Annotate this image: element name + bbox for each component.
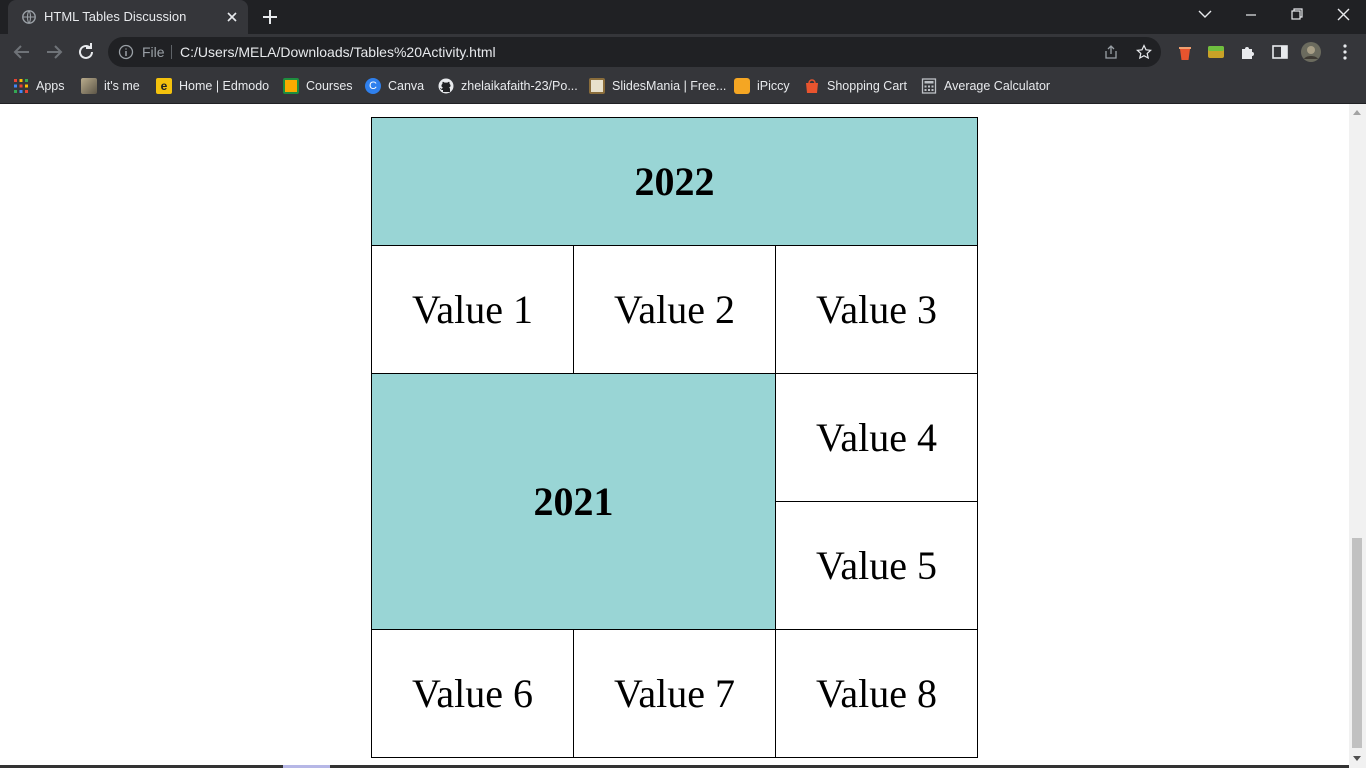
apps-grid-icon bbox=[14, 79, 28, 93]
share-icon[interactable] bbox=[1103, 44, 1119, 60]
back-arrow-icon[interactable] bbox=[10, 40, 34, 64]
browser-tab[interactable]: HTML Tables Discussion bbox=[8, 0, 248, 34]
bookmark-label: zhelaikafaith-23/Po... bbox=[461, 79, 578, 93]
table-cell-value-6: Value 6 bbox=[371, 629, 574, 758]
scroll-down-arrow-icon[interactable] bbox=[1353, 756, 1361, 761]
bookmark-ipiccy[interactable]: iPiccy bbox=[734, 76, 790, 96]
bookmark-edmodo[interactable]: e Home | Edmodo bbox=[156, 76, 269, 96]
restore-icon[interactable] bbox=[1274, 0, 1320, 30]
bookmark-label: Apps bbox=[36, 79, 65, 93]
bookmark-label: iPiccy bbox=[757, 79, 790, 93]
address-divider bbox=[171, 45, 172, 59]
bookmark-its-me[interactable]: it's me bbox=[81, 76, 140, 96]
bookmark-label: Shopping Cart bbox=[827, 79, 907, 93]
bookmarks-bar: Apps it's me e Home | Edmodo Courses C C… bbox=[0, 70, 1366, 104]
classroom-icon bbox=[283, 78, 299, 94]
globe-icon bbox=[22, 10, 36, 24]
table-cell-value-2: Value 2 bbox=[573, 245, 776, 374]
bookmark-label: Courses bbox=[306, 79, 353, 93]
github-icon bbox=[438, 78, 454, 94]
calculator-icon bbox=[921, 78, 937, 94]
shopping-bag-icon bbox=[806, 79, 818, 93]
info-icon[interactable] bbox=[118, 44, 134, 60]
reload-icon[interactable] bbox=[74, 40, 98, 64]
table-cell-value-7: Value 7 bbox=[573, 629, 776, 758]
years-table: 2022 Value 1 Value 2 Value 3 2021 Value … bbox=[371, 117, 978, 758]
tab-strip: HTML Tables Discussion bbox=[0, 0, 1366, 34]
bookmark-slidesmania[interactable]: SlidesMania | Free... bbox=[589, 76, 726, 96]
forward-arrow-icon[interactable] bbox=[42, 40, 66, 64]
vertical-scrollbar[interactable] bbox=[1349, 104, 1366, 768]
bookmark-github[interactable]: zhelaikafaith-23/Po... bbox=[438, 76, 578, 96]
side-panel-icon[interactable] bbox=[1271, 43, 1289, 61]
edmodo-icon: e bbox=[156, 78, 172, 94]
coffee-extension-icon[interactable] bbox=[1176, 44, 1194, 62]
slidesmania-icon bbox=[589, 78, 605, 94]
bookmark-label: it's me bbox=[104, 79, 140, 93]
table-cell-value-3: Value 3 bbox=[775, 245, 978, 374]
table-cell-value-4: Value 4 bbox=[775, 373, 978, 502]
extensions-puzzle-icon[interactable] bbox=[1239, 43, 1257, 61]
tab-search-chevron-icon[interactable] bbox=[1182, 0, 1228, 30]
table-cell-value-5: Value 5 bbox=[775, 501, 978, 630]
bookmark-shopping-cart[interactable]: Shopping Cart bbox=[804, 76, 907, 96]
bookmark-star-icon[interactable] bbox=[1136, 44, 1152, 60]
close-window-icon[interactable] bbox=[1320, 0, 1366, 30]
bookmark-apps[interactable]: Apps bbox=[13, 76, 65, 96]
bookmark-courses[interactable]: Courses bbox=[283, 76, 353, 96]
ipiccy-icon bbox=[734, 78, 750, 94]
address-bar[interactable]: File C:/Users/MELA/Downloads/Tables%20Ac… bbox=[108, 37, 1161, 67]
scrollbar-thumb[interactable] bbox=[1352, 538, 1362, 748]
tab-title: HTML Tables Discussion bbox=[44, 9, 187, 24]
browser-toolbar: File C:/Users/MELA/Downloads/Tables%20Ac… bbox=[0, 34, 1366, 70]
bookmark-label: SlidesMania | Free... bbox=[612, 79, 727, 93]
new-tab-icon[interactable] bbox=[261, 8, 279, 26]
profile-avatar-icon[interactable] bbox=[1300, 41, 1322, 63]
table-cell-value-1: Value 1 bbox=[371, 245, 574, 374]
bookmark-label: Average Calculator bbox=[944, 79, 1051, 93]
header-cell-2021: 2021 bbox=[371, 373, 776, 630]
bookmark-label: Home | Edmodo bbox=[179, 79, 270, 93]
game-extension-icon[interactable] bbox=[1207, 43, 1225, 61]
minimize-icon[interactable] bbox=[1228, 0, 1274, 30]
canva-icon: C bbox=[365, 78, 381, 94]
url-text[interactable]: C:/Users/MELA/Downloads/Tables%20Activit… bbox=[180, 44, 496, 60]
bookmark-average-calculator[interactable]: Average Calculator bbox=[921, 76, 1050, 96]
table-cell-value-8: Value 8 bbox=[775, 629, 978, 758]
bookmark-canva[interactable]: C Canva bbox=[365, 76, 424, 96]
image-thumbnail-icon bbox=[81, 78, 97, 94]
close-tab-icon[interactable] bbox=[224, 9, 240, 25]
menu-kebab-icon[interactable] bbox=[1336, 43, 1354, 61]
scroll-up-arrow-icon[interactable] bbox=[1353, 110, 1361, 115]
bookmark-label: Canva bbox=[388, 79, 425, 93]
address-scheme-label: File bbox=[142, 44, 165, 60]
header-cell-2022: 2022 bbox=[371, 117, 978, 246]
